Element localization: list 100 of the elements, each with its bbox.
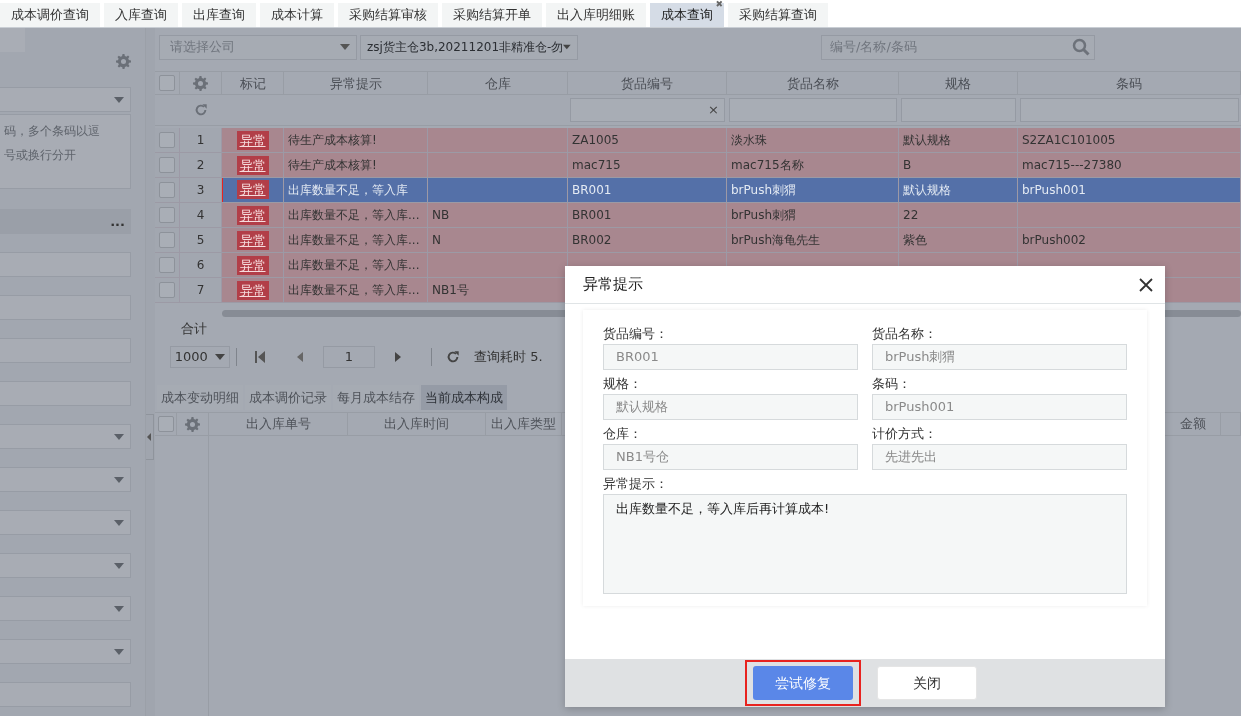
page-number-field[interactable]: 1 bbox=[323, 346, 375, 368]
tab[interactable]: 采购结算审核 bbox=[338, 3, 438, 27]
field-label: 仓库： bbox=[603, 425, 643, 443]
column-header: 条码 bbox=[1018, 72, 1241, 95]
tab[interactable]: 采购结算查询 bbox=[728, 3, 828, 27]
select-field[interactable] bbox=[0, 510, 131, 535]
tab[interactable]: 当前成本构成 bbox=[421, 385, 507, 410]
checkbox[interactable] bbox=[159, 232, 175, 248]
caret-icon bbox=[340, 44, 350, 50]
tab[interactable]: 采购结算开单 bbox=[442, 3, 542, 27]
select-field[interactable] bbox=[0, 639, 131, 664]
status-tag[interactable]: 异常 bbox=[236, 205, 269, 225]
select-field[interactable] bbox=[0, 424, 131, 449]
settings-icon[interactable] bbox=[185, 416, 200, 432]
settings-icon[interactable] bbox=[193, 75, 208, 91]
column-header: 仓库 bbox=[428, 72, 568, 95]
table-cell: ZA1005 bbox=[568, 128, 727, 152]
checkbox[interactable] bbox=[157, 416, 174, 432]
input-field: brPush001 bbox=[872, 394, 1127, 420]
row-number: 7 bbox=[180, 278, 222, 302]
table-cell: 出库数量不足，等入库... bbox=[284, 253, 428, 277]
refresh-icon[interactable] bbox=[446, 350, 460, 364]
table-cell: 紫色 bbox=[899, 228, 1018, 252]
caret-icon bbox=[114, 476, 124, 483]
checkbox[interactable] bbox=[159, 75, 175, 91]
column-header: 出入库时间 bbox=[348, 413, 486, 435]
refresh-icon[interactable] bbox=[194, 103, 208, 117]
row-number: 6 bbox=[180, 253, 222, 277]
row-number: 5 bbox=[180, 228, 222, 252]
caret-icon bbox=[114, 605, 124, 612]
repair-button[interactable]: 尝试修复 bbox=[753, 666, 853, 700]
filter-field[interactable]: × bbox=[570, 98, 725, 122]
tab[interactable]: 入库查询 bbox=[104, 3, 178, 27]
panel-tab[interactable] bbox=[0, 28, 25, 52]
search-icon[interactable] bbox=[1072, 38, 1090, 56]
select-field[interactable] bbox=[0, 467, 131, 492]
select-field[interactable] bbox=[0, 596, 131, 621]
input-field: BR001 bbox=[603, 344, 858, 370]
row-number: 2 bbox=[180, 153, 222, 177]
caret-icon bbox=[114, 648, 124, 655]
first-page-icon bbox=[255, 351, 265, 363]
status-tag[interactable]: 异常 bbox=[236, 180, 269, 199]
checkbox[interactable] bbox=[159, 282, 175, 298]
table-cell: 出库数量不足，等入库... bbox=[284, 278, 428, 302]
table-cell: 待生产成本核算! bbox=[284, 153, 428, 177]
table-cell: mac715---27380 bbox=[1018, 153, 1241, 177]
table-cell: BR001 bbox=[568, 178, 727, 202]
input-field: 先进先出 bbox=[872, 444, 1127, 470]
status-tag[interactable]: 异常 bbox=[236, 130, 269, 150]
field-label: 计价方式： bbox=[872, 425, 938, 443]
select-field[interactable] bbox=[0, 87, 131, 112]
input-field: NB1号仓 bbox=[603, 444, 858, 470]
table-cell: 出库数量不足，等入库... bbox=[284, 203, 428, 227]
column-header: 货品名称 bbox=[727, 72, 899, 95]
table-row[interactable]: 5 异常 出库数量不足，等入库... N BR002 brPush海龟先生 紫色 brPush002 bbox=[155, 228, 1241, 253]
text-area[interactable]: 出库数量不足，等入库后再计算成本! bbox=[603, 494, 1127, 594]
checkbox[interactable] bbox=[159, 182, 175, 198]
table-cell: mac715 bbox=[568, 153, 727, 177]
select-field[interactable] bbox=[0, 553, 131, 578]
checkbox[interactable] bbox=[159, 207, 175, 223]
status-tag[interactable]: 异常 bbox=[236, 255, 269, 275]
tab[interactable]: 成本查询 ✖ bbox=[650, 3, 724, 27]
clear-icon[interactable]: × bbox=[708, 100, 719, 120]
status-tag[interactable]: 异常 bbox=[236, 280, 269, 300]
table-row[interactable]: 2 异常 待生产成本核算! mac715 mac715名称 B mac715---27380 bbox=[155, 153, 1241, 178]
table-row[interactable]: 3 异常 出库数量不足，等入库 BR001 brPush刺猬 默认规格 brPush001 bbox=[155, 178, 1241, 203]
tab[interactable]: 出入库明细账 bbox=[546, 3, 646, 27]
tab[interactable]: 出库查询 bbox=[182, 3, 256, 27]
field-label: 条码： bbox=[872, 375, 912, 393]
elapsed-time: 查询耗时 5. bbox=[474, 348, 543, 367]
table-cell: 出库数量不足，等入库 bbox=[284, 178, 428, 202]
tab[interactable]: 成本调价查询 bbox=[0, 3, 100, 27]
caret-icon bbox=[114, 433, 124, 440]
status-tag[interactable]: 异常 bbox=[236, 230, 269, 250]
table-row[interactable]: 4 异常 出库数量不足，等入库... NB BR001 brPush刺猬 22 bbox=[155, 203, 1241, 228]
caret-icon bbox=[114, 96, 124, 103]
column-header: 异常提示 bbox=[284, 72, 428, 95]
table-cell: BR001 bbox=[568, 203, 727, 227]
page-size-select[interactable]: 1000 bbox=[170, 346, 230, 368]
collapse-handle[interactable] bbox=[146, 414, 154, 460]
checkbox[interactable] bbox=[159, 157, 175, 173]
table-cell: brPush海龟先生 bbox=[727, 228, 899, 252]
table-cell: brPush001 bbox=[1018, 178, 1241, 202]
caret-icon bbox=[215, 354, 226, 360]
close-icon[interactable] bbox=[1139, 277, 1153, 292]
close-icon[interactable]: ✖ bbox=[715, 0, 723, 10]
table-cell: 22 bbox=[899, 203, 1018, 227]
settings-icon[interactable] bbox=[116, 54, 131, 69]
warehouse-select[interactable]: zsj货主仓3b,20211201非精准仓-勿 bbox=[360, 34, 578, 60]
column-header: 出入库单号 bbox=[209, 413, 348, 435]
close-button[interactable]: 关闭 bbox=[877, 666, 977, 700]
table-row[interactable]: 1 异常 待生产成本核算! ZA1005 淡水珠 默认规格 S2ZA1C101005 bbox=[155, 128, 1241, 153]
picker-field[interactable]: ... bbox=[0, 209, 131, 234]
text-area[interactable]: 码，多个条码以逗 号或换行分开 bbox=[0, 114, 131, 189]
input-field: brPush刺猬 bbox=[872, 344, 1127, 370]
checkbox[interactable] bbox=[159, 132, 175, 148]
table-cell: N bbox=[428, 228, 568, 252]
checkbox[interactable] bbox=[159, 257, 175, 273]
tab[interactable]: 成本计算 bbox=[260, 3, 334, 27]
status-tag[interactable]: 异常 bbox=[236, 155, 269, 175]
